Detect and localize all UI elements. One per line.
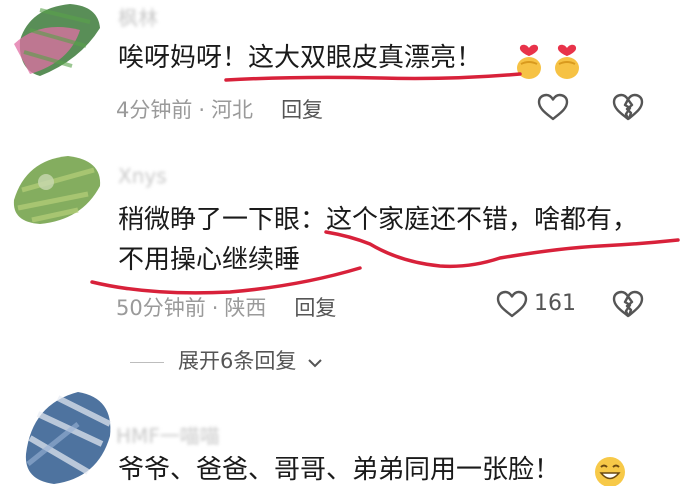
comment-text: 爷爷、爸爸、哥哥、弟弟同用一张脸！	[118, 455, 561, 485]
grin-emoji	[592, 454, 628, 490]
comment-item: HMF一喵喵 爷爷、爸爸、哥哥、弟弟同用一张脸！	[0, 0, 680, 487]
avatar[interactable]	[18, 384, 118, 486]
username[interactable]: HMF一喵喵	[116, 420, 220, 449]
